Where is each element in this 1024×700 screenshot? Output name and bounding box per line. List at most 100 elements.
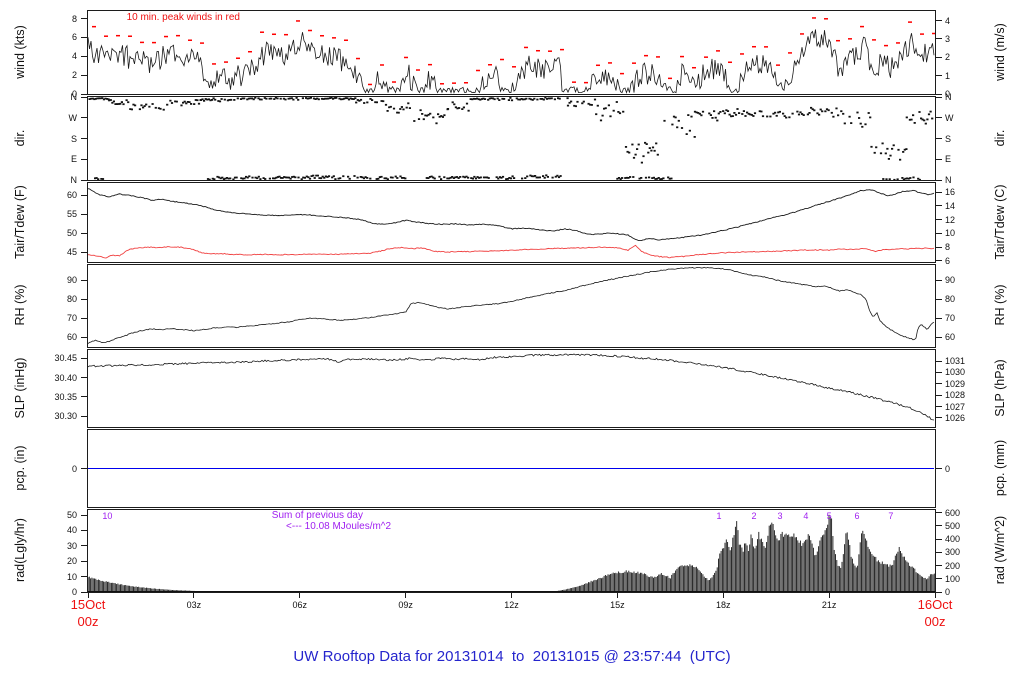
slp-right-tick — [936, 371, 942, 373]
tair-right-tick-label: 14 — [945, 200, 956, 211]
dir-right-tick-label: E — [945, 154, 952, 165]
rad-hour-sum-label: 7 — [888, 511, 894, 521]
tair-left-tick — [81, 251, 87, 253]
dir-right-tick — [936, 138, 942, 139]
x-axis-tick-label: 12z — [504, 600, 519, 610]
rad-hour-sum-label: 10 — [102, 511, 113, 521]
rh-right-tick — [936, 298, 942, 300]
tair-left-tick — [81, 194, 87, 196]
panel-solar-radiation — [87, 509, 936, 593]
rh-right-tick — [936, 279, 942, 281]
dir-right-tick — [936, 179, 942, 181]
rad-left-tick — [81, 560, 87, 562]
rad-right-tick-label: 300 — [945, 547, 961, 558]
dir-right-tick — [936, 158, 942, 160]
panel-relative-humidity — [87, 264, 936, 348]
dir-right-tick-label: N — [945, 175, 952, 185]
wind-right-tick — [936, 93, 942, 95]
dir-left-tick — [81, 117, 87, 119]
rad-left-tick — [81, 576, 87, 578]
pcp-left-tick — [81, 468, 87, 469]
rad-left-tick — [81, 545, 87, 547]
tair-right-tick-label: 10 — [945, 228, 956, 239]
dir-right-tick-label: W — [945, 112, 954, 123]
wind-right-tick — [936, 75, 942, 77]
slp-left-tick — [81, 377, 87, 379]
tair-right-tick-label: 12 — [945, 214, 956, 225]
slp-right-tick-label: 1030 — [945, 367, 966, 378]
tair-right-tick-label: 6 — [945, 255, 951, 266]
rad-right-tick-label: 400 — [945, 534, 961, 545]
wind-left-tick — [81, 36, 87, 38]
rh-left-tick — [81, 298, 87, 300]
slp-left-tick — [81, 396, 87, 398]
panel-sea-level-pressure — [87, 349, 936, 428]
pcp-right-tick — [936, 468, 942, 469]
x-axis-tick-label: 06z — [292, 600, 307, 610]
x-axis-tick — [299, 593, 301, 598]
rad-hour-sum-label: 2 — [751, 511, 757, 521]
pcp-right-tick-label: 0 — [945, 463, 951, 474]
rh-right-tick-label: 70 — [945, 313, 956, 324]
dir-left-tick — [81, 158, 87, 160]
dir-right-tick-label: N — [945, 92, 952, 102]
dir-right-tick — [936, 96, 942, 98]
rad-right-tick — [936, 512, 942, 514]
x-axis-tick-label: 03z — [186, 600, 202, 610]
x-axis-end-date: 16Oct — [917, 597, 953, 612]
dir-left-tick — [81, 179, 87, 181]
rad-right-tick — [936, 578, 942, 580]
slp-left-tick — [81, 357, 87, 359]
slp-right-tick-label: 1028 — [945, 390, 966, 401]
rad-right-tick-label: 200 — [945, 560, 961, 571]
x-axis-tick-label: 18z — [715, 600, 731, 610]
x-axis-tick-label: 15z — [610, 600, 625, 610]
rad-right-tick — [936, 591, 942, 593]
tair-right-tick — [936, 219, 942, 221]
tair-left-tick — [81, 213, 87, 215]
rh-right-tick-label: 90 — [945, 275, 956, 286]
rad-hour-sum-label: 6 — [854, 511, 860, 521]
wind-right-tick — [936, 20, 942, 22]
rh-left-tick — [81, 279, 87, 281]
tair-right-tick — [936, 246, 942, 248]
slp-right-tick — [936, 394, 942, 396]
wind-left-tick — [81, 74, 87, 76]
x-axis-tick — [405, 593, 407, 598]
rad-right-tick-label: 600 — [945, 507, 961, 518]
rad-right-tick — [936, 565, 942, 567]
rh-left-tick — [81, 317, 87, 319]
tair-left-tick — [81, 232, 87, 234]
wind-right-tick-label: 4 — [945, 15, 951, 26]
wind-left-tick — [81, 55, 87, 57]
rad-right-tick — [936, 525, 942, 527]
panel-temperature-dewpoint — [87, 182, 936, 263]
wind-annotation: 10 min. peak winds in red — [126, 12, 240, 23]
wind-left-tick — [81, 93, 87, 95]
slp-right-tick-label: 1026 — [945, 412, 966, 423]
rad-right-tick-label: 500 — [945, 520, 961, 531]
wind-right-tick-label: 2 — [945, 52, 951, 63]
x-axis-end-hour: 00z — [924, 614, 946, 629]
wind-right-tick — [936, 38, 942, 40]
rad-right-axis-title: rad (W/m^2) — [993, 515, 1007, 585]
rad-right-tick-label: 100 — [945, 573, 961, 584]
x-axis-tick — [511, 593, 512, 598]
wind-right-tick-label: 3 — [945, 33, 951, 44]
dir-right-tick — [936, 117, 942, 119]
x-axis-tick — [193, 593, 195, 598]
slp-right-tick — [936, 383, 942, 385]
x-axis-tick — [616, 593, 618, 598]
rad-left-tick — [81, 514, 87, 516]
rh-right-tick — [936, 336, 942, 338]
rh-left-tick — [81, 336, 87, 338]
rad-hour-sum-label: 4 — [803, 511, 809, 521]
rad-annotation: <--- 10.08 MJoules/m^2 — [286, 521, 392, 532]
rad-left-tick — [81, 591, 87, 593]
slp-right-tick-label: 1031 — [945, 356, 966, 367]
dir-left-tick — [81, 138, 87, 139]
tair-right-tick-label: 16 — [945, 187, 956, 198]
panel-wind-direction — [87, 96, 936, 181]
tair-right-tick — [936, 205, 942, 207]
x-axis-tick-label: 09z — [398, 600, 413, 610]
